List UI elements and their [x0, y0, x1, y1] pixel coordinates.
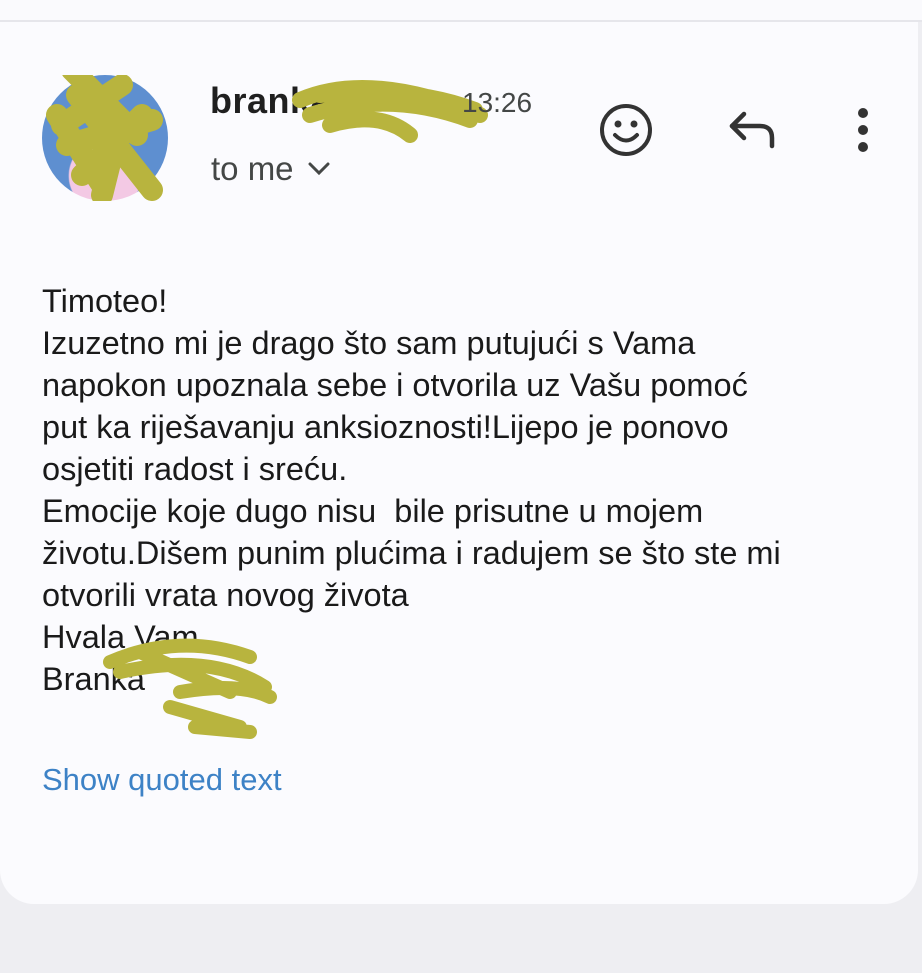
redaction-scribble	[103, 638, 277, 739]
redaction-scribble	[46, 75, 163, 201]
message-line: Emocije koje dugo nisu bile prisutne u m…	[42, 493, 704, 529]
sent-time: 13:26	[462, 87, 533, 118]
message-line: Izuzetno mi je drago što sam putujući s …	[42, 325, 696, 361]
reply-button[interactable]	[722, 100, 782, 160]
more-vert-icon	[858, 108, 868, 152]
chevron-down-icon	[308, 162, 330, 176]
sender-avatar[interactable]	[42, 75, 168, 201]
message-line: osjetiti radost i sreću.	[42, 451, 348, 487]
recipient-label: to me	[211, 150, 294, 187]
more-options-button[interactable]	[846, 100, 880, 160]
redaction-scribble	[292, 80, 488, 143]
top-strip	[0, 0, 922, 22]
smiley-icon	[600, 104, 652, 156]
message-line: otvorili vrata novog života	[42, 577, 409, 613]
recipient-toggle[interactable]: to me	[211, 150, 330, 188]
message-line: napokon upoznala sebe i otvorila uz Vašu…	[42, 367, 748, 403]
reply-arrow-icon	[729, 111, 775, 149]
show-quoted-text-link[interactable]: Show quoted text	[42, 762, 282, 798]
message-line: put ka riješavanju anksioznosti!Lijepo j…	[42, 409, 729, 445]
message-line: Timoteo!	[42, 283, 168, 319]
add-reaction-button[interactable]	[596, 100, 656, 160]
message-line: životu.Dišem punim plućima i radujem se …	[42, 535, 781, 571]
